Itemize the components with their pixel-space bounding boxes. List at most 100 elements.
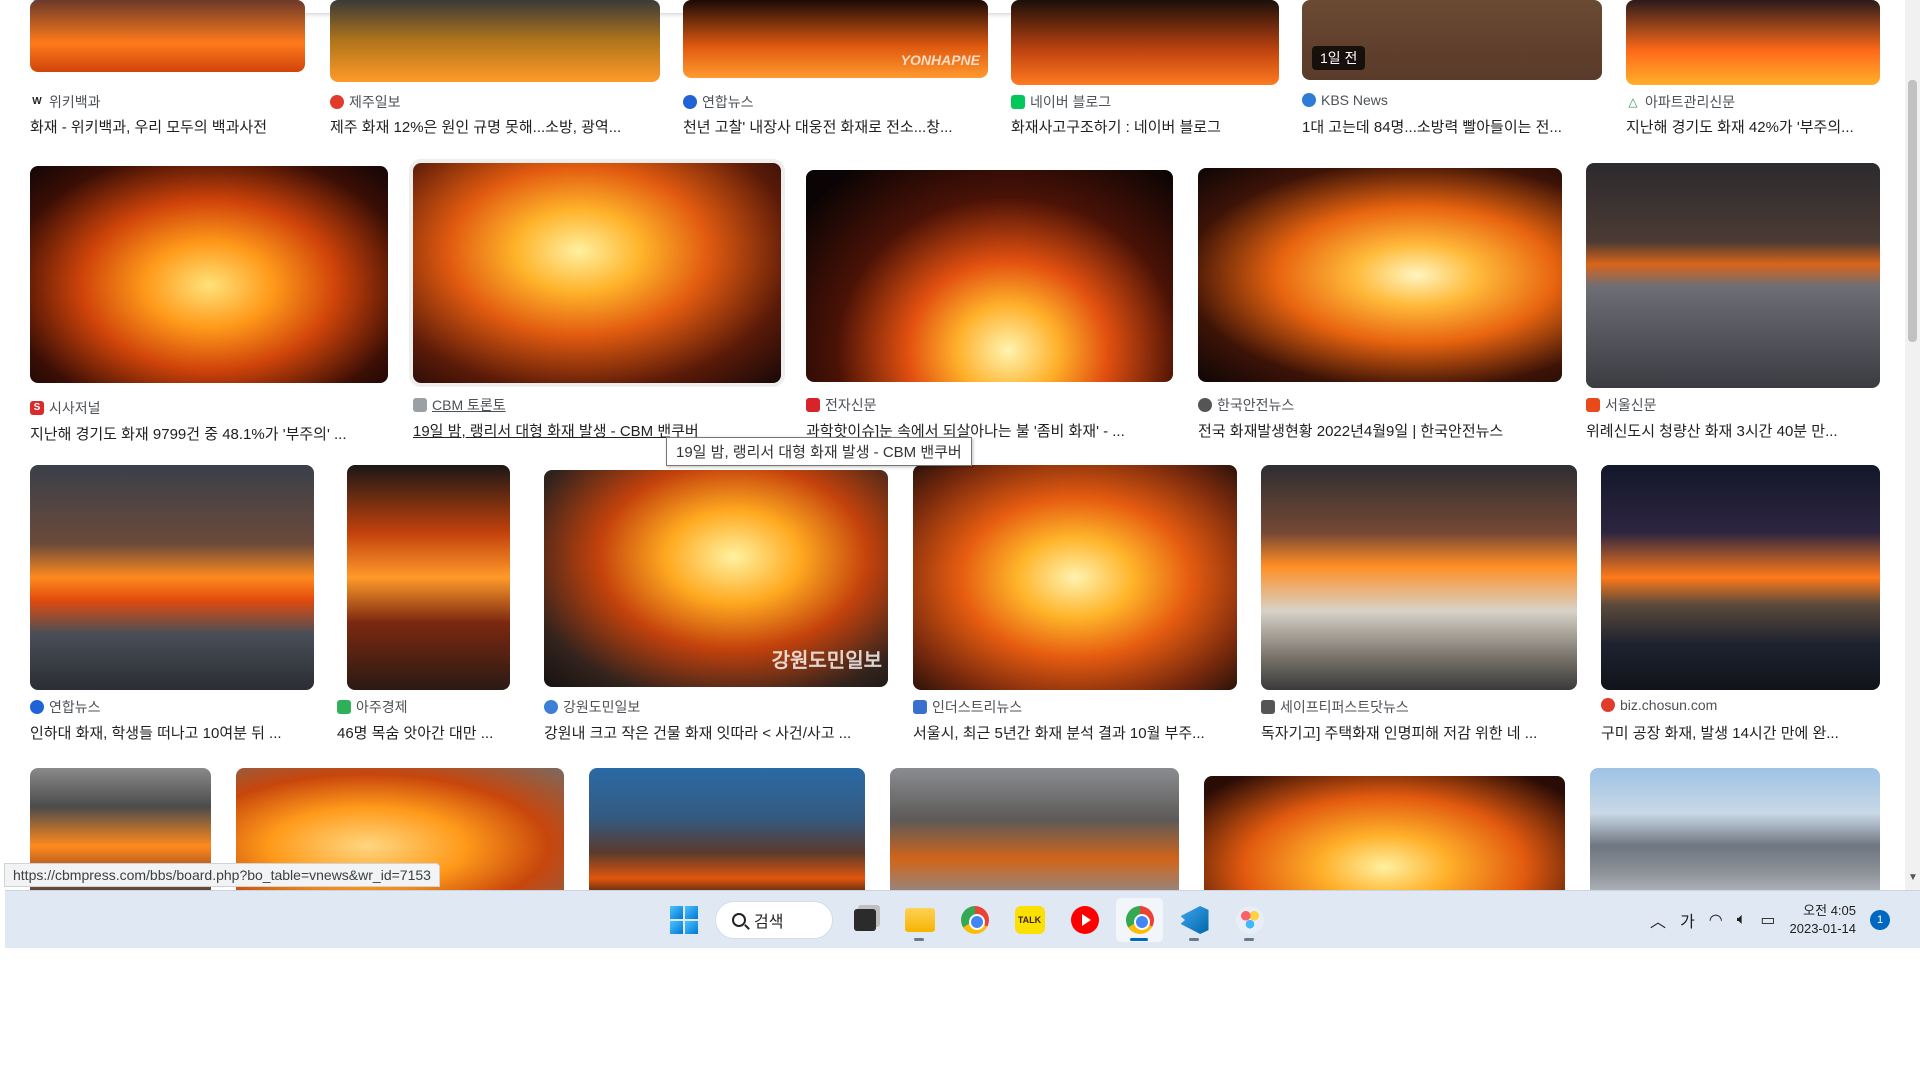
result-source[interactable]: 한국안전뉴스 (1198, 395, 1294, 415)
scrollbar-thumb[interactable] (1908, 80, 1917, 342)
sisajournal-icon: S (30, 401, 44, 415)
result-source[interactable]: 연합뉴스 (683, 92, 754, 112)
result-title[interactable]: 지난해 경기도 화재 42%가 '부주의... (1626, 116, 1880, 137)
source-label: 위키백과 (49, 94, 101, 110)
source-label: 세이프티퍼스트닷뉴스 (1280, 699, 1409, 715)
battery-icon[interactable]: ▭ (1760, 910, 1775, 930)
image-result[interactable]: 강원도민일보 강원도민일보 강원내 크고 작은 건물 화재 잇따라 < 사건/사… (544, 470, 888, 745)
chrome-active-button[interactable] (1116, 898, 1163, 942)
result-source[interactable]: 제주일보 (330, 92, 401, 112)
result-thumbnail[interactable] (589, 768, 865, 890)
image-result[interactable]: 아주경제 46명 목숨 앗아간 대만 ... (337, 465, 510, 745)
result-thumbnail[interactable] (30, 166, 388, 383)
image-result[interactable]: 세이프티퍼스트닷뉴스 독자기고] 주택화재 인명피해 저감 위한 네 ... (1261, 465, 1577, 745)
wifi-icon[interactable]: ◠ (1709, 910, 1723, 930)
chrome-button[interactable] (951, 898, 998, 942)
image-result[interactable]: △ 아파트관리신문 지난해 경기도 화재 42%가 '부주의... (1626, 0, 1880, 140)
result-source[interactable]: KBS News (1302, 92, 1388, 108)
result-title[interactable]: 1대 고는데 84명...소방력 빨아들이는 전... (1302, 116, 1587, 137)
result-thumbnail[interactable]: 1일 전 (1302, 0, 1602, 80)
result-thumbnail[interactable] (30, 0, 305, 72)
kbs-icon (1302, 93, 1316, 107)
result-source[interactable]: 연합뉴스 (30, 697, 101, 717)
image-result[interactable]: 제주일보 제주 화재 12%은 원인 규명 못해...소방, 광역... (330, 0, 660, 140)
result-thumbnail[interactable] (1261, 465, 1577, 690)
result-source[interactable]: 세이프티퍼스트닷뉴스 (1261, 697, 1409, 717)
result-thumbnail[interactable]: 강원도민일보 (544, 470, 888, 687)
result-source[interactable]: 전자신문 (806, 395, 877, 415)
image-result[interactable]: CBM 토론토 19일 밤, 랭리서 대형 화재 발생 - CBM 밴쿠버 (413, 163, 781, 448)
result-title[interactable]: 위례신도시 청량산 화재 3시간 40분 만... (1586, 420, 1866, 441)
notification-badge[interactable]: 1 (1870, 910, 1890, 930)
volume-icon[interactable]: 🔈︎ (1737, 911, 1747, 929)
start-button[interactable] (660, 898, 707, 942)
result-source[interactable]: 강원도민일보 (544, 697, 640, 717)
result-title[interactable]: 전국 화재발생현황 2022년4월9일 | 한국안전뉴스 (1198, 420, 1562, 441)
image-result[interactable]: S 시사저널 지난해 경기도 화재 9799건 중 48.1%가 '부주의' ..… (30, 166, 388, 448)
vscode-button[interactable] (1171, 898, 1218, 942)
chevron-up-icon[interactable]: ︿ (1650, 908, 1666, 932)
task-view-button[interactable] (841, 898, 888, 942)
youtube-music-button[interactable] (1061, 898, 1108, 942)
source-label: 인더스트리뉴스 (932, 699, 1023, 715)
result-thumbnail[interactable]: YONHAPNE (683, 0, 988, 78)
result-source[interactable]: W 위키백과 (30, 92, 101, 112)
result-source[interactable]: △ 아파트관리신문 (1626, 92, 1735, 112)
image-result[interactable]: YONHAPNE 연합뉴스 천년 고찰' 내장사 대웅전 화재로 전소...창.… (683, 0, 988, 140)
result-title[interactable]: 화재 - 위키백과, 우리 모두의 백과사전 (30, 116, 305, 137)
result-source[interactable]: biz.chosun.com (1601, 697, 1717, 713)
watermark: YONHAPNE (900, 52, 980, 68)
scroll-down-arrow-icon[interactable]: ▼ (1908, 872, 1918, 883)
scrollbar[interactable]: ▼ (1905, 0, 1920, 890)
result-title[interactable]: 구미 공장 화재, 발생 14시간 만에 완... (1601, 722, 1880, 743)
image-result[interactable]: 전자신문 과학핫이슈]눈 속에서 되살아나는 불 '좀비 화재' - ... (806, 170, 1173, 450)
taskbar-search[interactable]: 검색 (715, 901, 833, 939)
ime-indicator[interactable]: 가 (1680, 908, 1695, 932)
image-result[interactable]: biz.chosun.com 구미 공장 화재, 발생 14시간 만에 완... (1601, 465, 1880, 745)
result-source[interactable]: 인더스트리뉴스 (913, 697, 1022, 717)
result-source[interactable]: S 시사저널 (30, 398, 101, 418)
image-result[interactable]: 서울신문 위례신도시 청량산 화재 3시간 40분 만... (1586, 163, 1880, 450)
image-result[interactable]: 한국안전뉴스 전국 화재발생현황 2022년4월9일 | 한국안전뉴스 (1198, 168, 1562, 450)
result-thumbnail[interactable] (413, 163, 781, 383)
image-result[interactable]: W 위키백과 화재 - 위키백과, 우리 모두의 백과사전 (30, 0, 305, 140)
result-thumbnail[interactable] (1590, 768, 1880, 890)
image-result[interactable]: 연합뉴스 인하대 화재, 학생들 떠나고 10여분 뒤 ... (30, 465, 314, 745)
result-source[interactable]: 서울신문 (1586, 395, 1657, 415)
result-title[interactable]: 지난해 경기도 화재 9799건 중 48.1%가 '부주의' ... (30, 423, 370, 444)
result-title[interactable]: 화재사고구조하기 : 네이버 블로그 (1011, 116, 1279, 137)
yonhap-icon (683, 95, 697, 109)
result-title[interactable]: 서울시, 최근 5년간 화재 분석 결과 10월 부주... (913, 722, 1237, 743)
clock[interactable]: 오전 4:05 2023-01-14 (1790, 902, 1857, 938)
result-thumbnail[interactable] (30, 465, 314, 690)
result-thumbnail[interactable] (1011, 0, 1279, 85)
result-title[interactable]: 제주 화재 12%은 원인 규명 못해...소방, 광역... (330, 116, 660, 137)
result-thumbnail[interactable] (806, 170, 1173, 382)
result-title[interactable]: 인하대 화재, 학생들 떠나고 10여분 뒤 ... (30, 722, 314, 743)
image-result[interactable]: 1일 전 KBS News 1대 고는데 84명...소방력 빨아들이는 전..… (1302, 0, 1602, 140)
seoulshinmun-icon (1586, 398, 1600, 412)
result-thumbnail[interactable] (913, 465, 1237, 690)
kakaotalk-button[interactable]: TALK (1006, 898, 1053, 942)
file-explorer-button[interactable] (896, 898, 943, 942)
result-source[interactable]: 아주경제 (337, 697, 408, 717)
result-thumbnail[interactable] (1601, 465, 1880, 690)
result-source[interactable]: 네이버 블로그 (1011, 92, 1111, 112)
result-title[interactable]: 강원내 크고 작은 건물 화재 잇따라 < 사건/사고 ... (544, 722, 888, 743)
result-title[interactable]: 46명 목숨 앗아간 대만 ... (337, 722, 510, 743)
result-thumbnail[interactable] (1204, 776, 1565, 890)
result-thumbnail[interactable] (1626, 0, 1880, 85)
result-thumbnail[interactable] (347, 465, 510, 690)
result-thumbnail[interactable] (330, 0, 660, 82)
paint-button[interactable] (1226, 898, 1273, 942)
result-thumbnail[interactable] (1198, 168, 1562, 382)
result-title[interactable]: 독자기고] 주택화재 인명피해 저감 위한 네 ... (1261, 722, 1577, 743)
system-tray: ︿ 가 ◠ 🔈︎ ▭ 오전 4:05 2023-01-14 1 (1650, 891, 1890, 949)
image-result[interactable]: 인더스트리뉴스 서울시, 최근 5년간 화재 분석 결과 10월 부주... (913, 465, 1237, 745)
result-thumbnail[interactable] (1586, 163, 1880, 388)
result-thumbnail[interactable] (890, 768, 1179, 890)
image-result[interactable]: 네이버 블로그 화재사고구조하기 : 네이버 블로그 (1011, 0, 1279, 140)
triangle-icon: △ (1626, 95, 1640, 109)
result-title[interactable]: 천년 고찰' 내장사 대웅전 화재로 전소...창... (683, 116, 988, 137)
result-source[interactable]: CBM 토론토 (413, 395, 506, 415)
